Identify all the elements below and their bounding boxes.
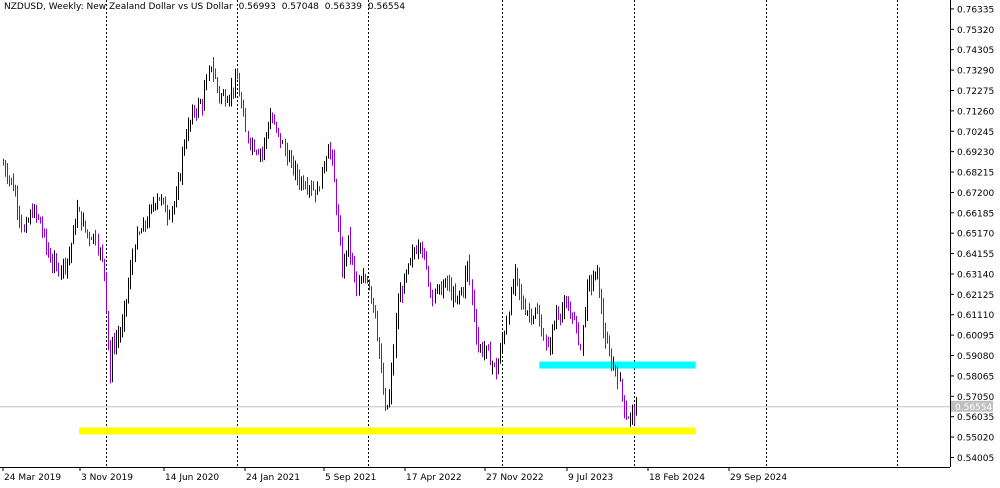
axes: 0.76335 0.75320 0.74305 0.73290 0.72275 0.712…	[0, 0, 994, 483]
price-tick-label: 0.64155	[957, 250, 994, 260]
price-tick-label: 0.55020	[957, 434, 994, 444]
current-price-label: 0.56554	[955, 403, 992, 413]
price-tick-label: 0.75320	[957, 26, 994, 36]
candles	[3, 57, 637, 427]
price-tick-label: 0.60095	[957, 332, 994, 342]
time-tick-label: 29 Sep 2024	[730, 473, 787, 483]
price-tick-label: 0.70245	[957, 128, 994, 138]
time-tick-label: 3 Nov 2019	[81, 473, 133, 483]
symbol-label: NZDUSD, Weekly: New Zealand Dollar vs US…	[4, 2, 233, 12]
time-tick-label: 5 Sep 2021	[325, 473, 376, 483]
grid-lines	[0, 0, 950, 467]
price-tick-label: 0.62125	[957, 291, 994, 301]
chart-header: NZDUSD, Weekly: New Zealand Dollar vs US…	[4, 2, 408, 12]
price-tick-label: 0.59080	[957, 352, 994, 362]
low-value: 0.56339	[324, 2, 362, 12]
zones	[79, 361, 696, 435]
time-tick-label: 27 Nov 2022	[486, 473, 544, 483]
price-tick-label: 0.67200	[957, 189, 994, 199]
time-tick-label: 24 Jan 2021	[246, 473, 300, 483]
time-tick-label: 17 Apr 2022	[406, 473, 462, 483]
price-tick-label: 0.76335	[957, 5, 994, 15]
high-value: 0.57048	[281, 2, 319, 12]
price-tick-label: 0.73290	[957, 67, 994, 77]
price-chart[interactable]: 0.76335 0.75320 0.74305 0.73290 0.72275 0.712…	[0, 0, 1000, 484]
price-tick-label: 0.69230	[957, 148, 994, 158]
open-value: 0.56993	[238, 2, 276, 12]
support-zone	[79, 427, 696, 435]
price-tick-label: 0.63140	[957, 270, 994, 280]
time-tick-label: 24 Mar 2019	[4, 473, 61, 483]
time-tick-label: 9 Jul 2023	[568, 473, 613, 483]
price-tick-label: 0.68215	[957, 169, 994, 179]
price-tick-label: 0.65170	[957, 230, 994, 240]
time-tick-label: 18 Feb 2024	[649, 473, 705, 483]
price-tick-label: 0.74305	[957, 46, 994, 56]
price-tick-label: 0.54005	[957, 454, 994, 464]
time-tick-label: 14 Jun 2020	[165, 473, 219, 483]
price-tick-label: 0.71260	[957, 107, 994, 117]
price-tick-label: 0.61110	[957, 311, 994, 321]
price-tick-label: 0.72275	[957, 87, 994, 97]
close-value: 0.56554	[367, 2, 406, 12]
price-tick-label: 0.58065	[957, 372, 994, 382]
price-tick-label: 0.56035	[957, 413, 994, 423]
price-tick-label: 0.66185	[957, 209, 994, 219]
chart-canvas[interactable]: 0.76335 0.75320 0.74305 0.73290 0.72275 0.712…	[0, 0, 1000, 484]
